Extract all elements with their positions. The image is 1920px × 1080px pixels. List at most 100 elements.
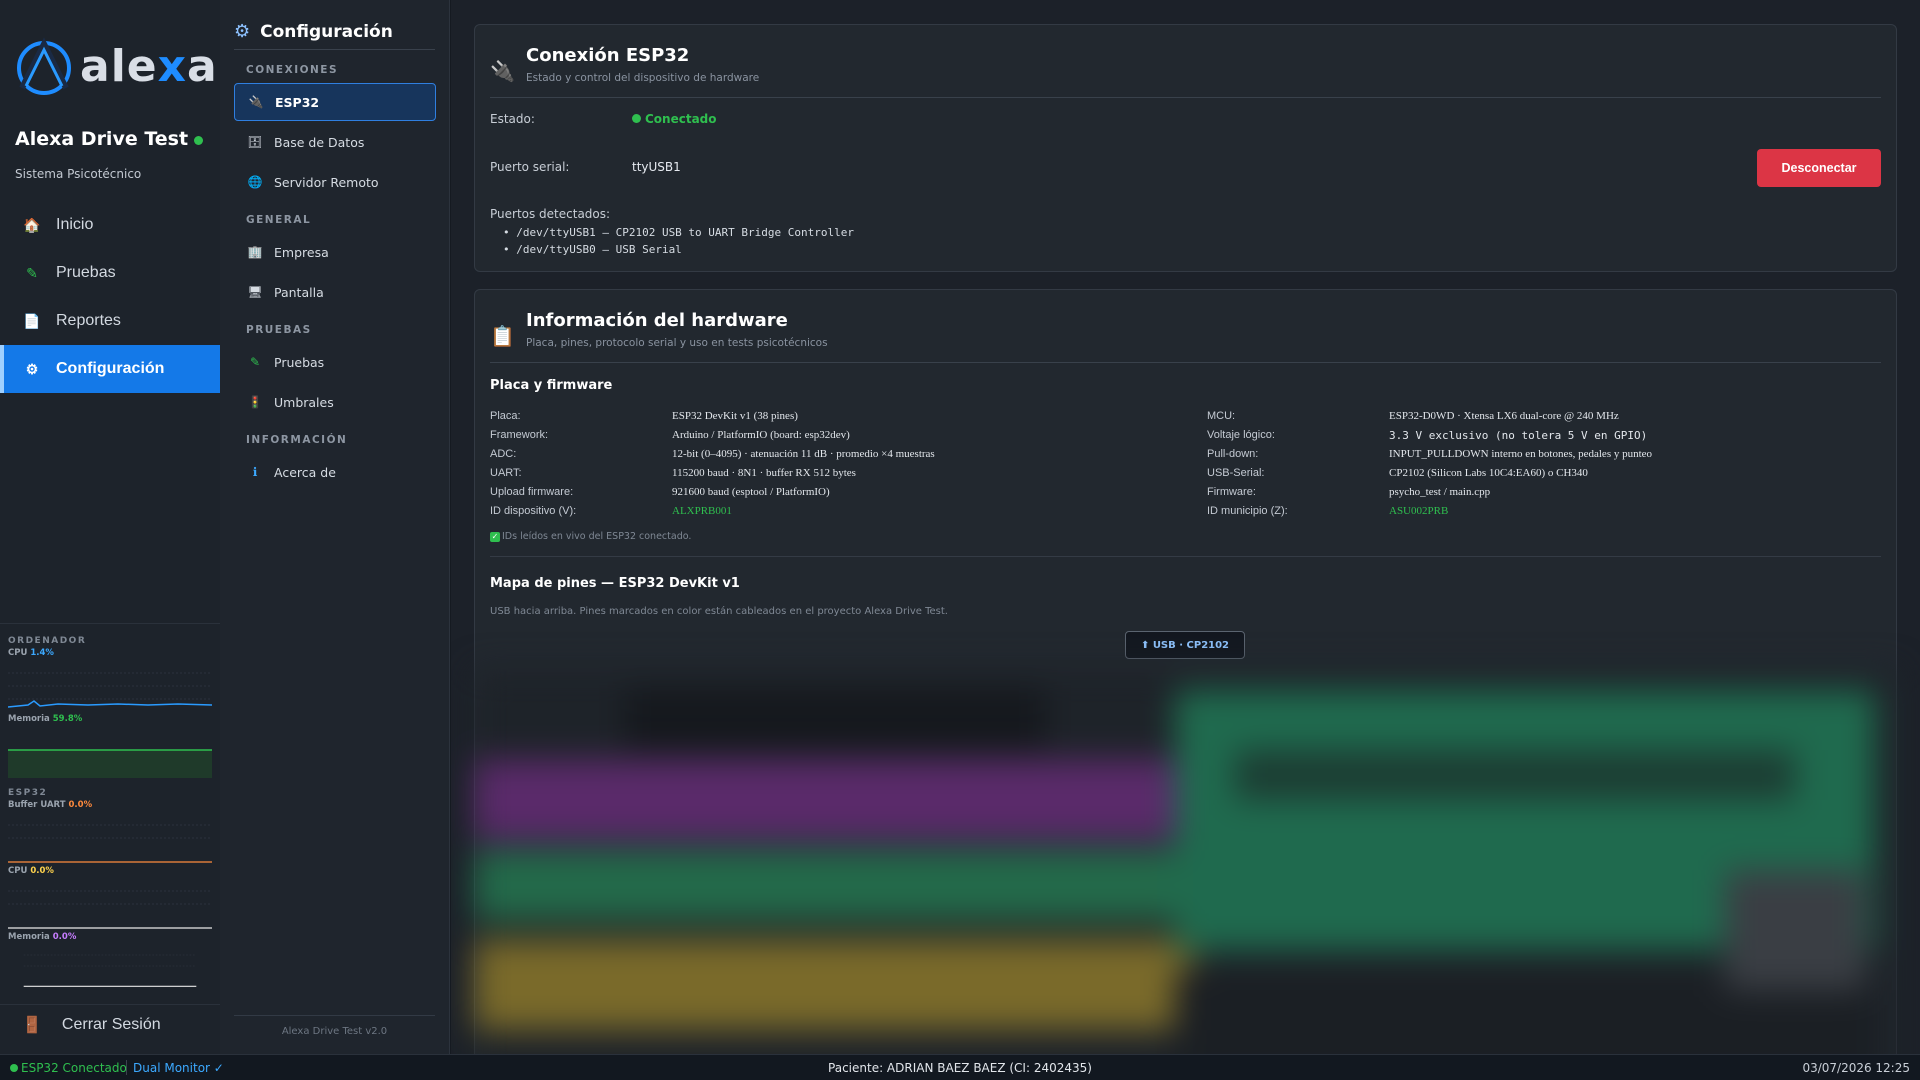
spec-label: UART:	[490, 467, 522, 479]
spec-value: CP2102 (Silicon Labs 10C4:EA60) o CH340	[1389, 467, 1588, 479]
spec-label: Framework:	[490, 429, 549, 441]
config-item-label: Servidor Remoto	[274, 174, 379, 190]
pinmap-heading: Mapa de pines — ESP32 DevKit v1	[490, 576, 740, 591]
alexa-logo: alexa	[14, 36, 218, 96]
spec-label: Upload firmware:	[490, 486, 574, 498]
logout-label: Cerrar Sesión	[61, 1015, 161, 1033]
app-version: Alexa Drive Test v2.0	[234, 1015, 435, 1037]
config-item-about[interactable]: ℹ Acerca de	[234, 453, 436, 491]
nav-item-label: Pruebas	[56, 264, 116, 281]
spec-value: 12-bit (0–4095) · atenuación 11 dB · pro…	[672, 448, 935, 460]
config-item-label: Empresa	[274, 244, 329, 260]
spec-value: ESP32-D0WD · Xtensa LX6 dual-core @ 240 …	[1389, 410, 1619, 422]
spec-value: psycho_test / main.cpp	[1389, 486, 1491, 498]
nav-item-configuracion[interactable]: ⚙ Configuración	[0, 345, 220, 393]
detected-port-item: • /dev/ttyUSB0 — USB Serial	[503, 243, 682, 256]
gear-icon: ⚙	[234, 21, 251, 42]
check-icon: ✓	[490, 532, 500, 542]
system-monitor: ORDENADOR CPU 1.4% Memoria 59.8% ESP32 Buf…	[0, 623, 220, 988]
nav-item-label: Configuración	[56, 360, 165, 377]
config-item-label: ESP32	[275, 94, 320, 110]
esp-memory-chart	[23, 954, 197, 987]
card-header: 🔌 Conexión ESP32 Estado y control del di…	[490, 43, 1881, 98]
status-label: Estado:	[490, 112, 535, 126]
card-header: 📋 Información del hardware Placa, pines,…	[490, 308, 1881, 363]
disconnect-button[interactable]: Desconectar	[1757, 149, 1881, 187]
online-status-dot	[194, 136, 203, 145]
app-subtitle: Sistema Psicotécnico	[15, 167, 142, 181]
divider	[490, 556, 1881, 557]
spec-label: Voltaje lógico:	[1207, 429, 1275, 441]
spec-value: 3.3 V exclusivo (no tolera 5 V en GPIO)	[1389, 429, 1648, 442]
spec-value: 115200 baud · 8N1 · buffer RX 512 bytes	[672, 467, 856, 479]
datetime: 03/07/2026 12:25	[1802, 1061, 1910, 1075]
document-icon: 📄	[23, 312, 41, 329]
config-item-esp32[interactable]: 🔌 ESP32	[234, 83, 436, 121]
monitor-heading-computer: ORDENADOR	[8, 636, 87, 646]
nav-item-inicio[interactable]: 🏠 Inicio	[0, 201, 220, 249]
esp-cpu-label: CPU 0.0%	[8, 866, 54, 876]
memory-usage-label: Memoria 59.8%	[8, 714, 83, 724]
config-title-text: Configuración	[260, 21, 393, 42]
traffic-light-icon: 🚦	[247, 395, 263, 409]
main-content: 🔌 Conexión ESP32 Estado y control del di…	[451, 0, 1920, 1054]
memory-usage-chart	[8, 749, 212, 778]
config-item-screen[interactable]: 🖥 Pantalla	[234, 273, 436, 311]
section-general: GENERAL	[246, 214, 312, 226]
main-nav: 🏠 Inicio ✎ Pruebas 📄 Reportes ⚙ Configur…	[0, 201, 220, 393]
nav-item-reportes[interactable]: 📄 Reportes	[0, 297, 220, 345]
spec-label: ID municipio (Z):	[1207, 505, 1288, 517]
spec-label: Firmware:	[1207, 486, 1256, 498]
config-item-label: Umbrales	[274, 394, 334, 410]
spec-label: ID dispositivo (V):	[490, 505, 577, 517]
nav-item-label: Inicio	[56, 216, 94, 233]
config-item-remote-server[interactable]: 🌐 Servidor Remoto	[234, 163, 436, 201]
device-id-value: ALXPRB001	[672, 505, 732, 517]
spec-value: INPUT_PULLDOWN interno en botones, pedal…	[1389, 448, 1653, 460]
card-title: Conexión ESP32	[526, 45, 690, 66]
monitor-icon: 🖥	[247, 285, 263, 299]
pinmap-note: USB hacia arriba. Pines marcados en colo…	[490, 606, 948, 617]
clipboard-icon: 📋	[490, 324, 515, 348]
uart-buffer-chart	[8, 824, 212, 863]
card-title: Información del hardware	[526, 310, 788, 331]
config-item-label: Pantalla	[274, 284, 324, 300]
nav-item-label: Reportes	[56, 312, 121, 329]
serial-port-label: Puerto serial:	[490, 160, 570, 174]
nav-item-pruebas[interactable]: ✎ Pruebas	[0, 249, 220, 297]
section-pruebas: PRUEBAS	[246, 324, 312, 336]
config-item-label: Pruebas	[274, 354, 325, 370]
cpu-usage-label: CPU 1.4%	[8, 648, 54, 658]
serial-port-value: ttyUSB1	[632, 160, 681, 174]
config-item-label: Base de Datos	[274, 134, 365, 150]
door-exit-icon: 🚪	[22, 1016, 42, 1034]
config-item-thresholds[interactable]: 🚦 Umbrales	[234, 383, 436, 421]
detected-ports-label: Puertos detectados:	[490, 207, 611, 221]
status-value: Conectado	[632, 112, 717, 126]
app-title: Alexa Drive Test	[15, 128, 189, 150]
logout-button[interactable]: 🚪 Cerrar Sesión	[0, 1004, 220, 1044]
config-title: ⚙ Configuración	[234, 14, 435, 50]
esp32-connection-card: 🔌 Conexión ESP32 Estado y control del di…	[474, 24, 1897, 272]
spec-label: MCU:	[1207, 410, 1236, 422]
config-item-tests[interactable]: ✎ Pruebas	[234, 343, 436, 381]
main-sidebar: alexa Alexa Drive Test Sistema Psicotécn…	[0, 0, 220, 1054]
detected-port-item: • /dev/ttyUSB1 — CP2102 USB to UART Brid…	[503, 226, 854, 239]
plug-icon: 🔌	[248, 95, 264, 109]
config-item-company[interactable]: 🏢 Empresa	[234, 233, 436, 271]
spec-value: ESP32 DevKit v1 (38 pines)	[672, 410, 798, 422]
hardware-info-card: 📋 Información del hardware Placa, pines,…	[474, 289, 1898, 1054]
pencil-icon: ✎	[26, 264, 38, 281]
spec-value: Arduino / PlatformIO (board: esp32dev)	[672, 429, 850, 441]
card-subtitle: Estado y control del dispositivo de hard…	[526, 72, 760, 84]
monitor-heading-esp32: ESP32	[8, 788, 48, 798]
plug-icon: 🔌	[490, 59, 515, 83]
spec-label: USB-Serial:	[1207, 467, 1265, 479]
globe-icon: 🌐	[247, 175, 263, 189]
building-icon: 🏢	[247, 245, 263, 259]
spec-label: Placa:	[490, 410, 521, 422]
gear-icon: ⚙	[25, 360, 39, 377]
config-item-database[interactable]: 🗄 Base de Datos	[234, 123, 436, 161]
logo-wordmark: alexa	[80, 40, 218, 92]
home-icon: 🏠	[23, 216, 41, 233]
